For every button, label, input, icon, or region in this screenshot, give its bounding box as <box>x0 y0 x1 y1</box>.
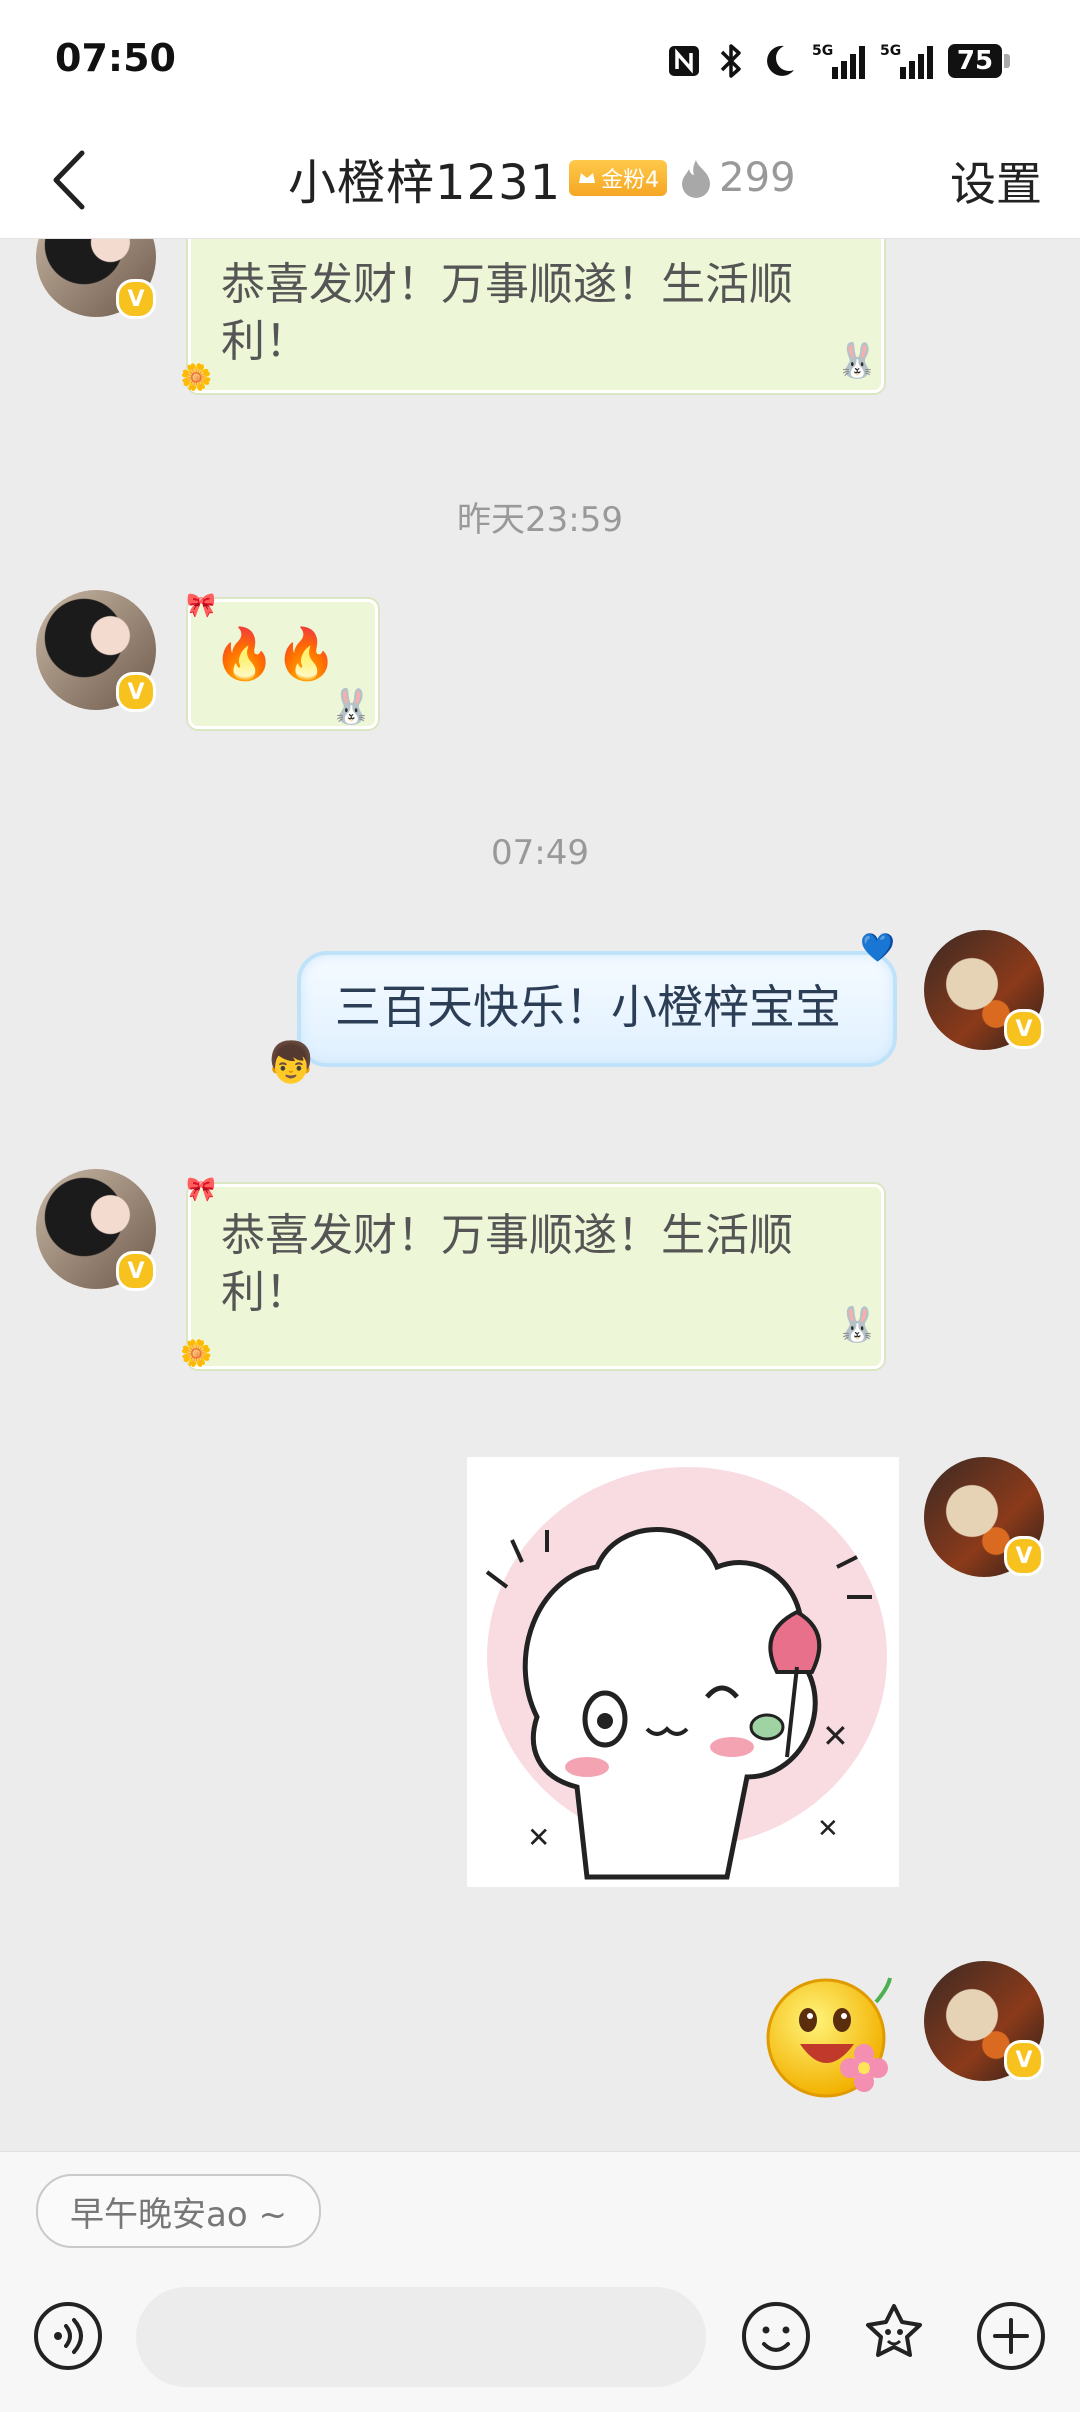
bunny-decoration: 🐰 <box>836 1305 879 1345</box>
bow-decoration: 🎀 <box>186 591 216 619</box>
flame-count: 299 <box>719 155 796 201</box>
bluetooth-icon <box>716 41 746 81</box>
cartoon-boy-decoration: 👦 <box>266 1040 316 1086</box>
timestamp: 昨天23:59 <box>457 500 623 540</box>
svg-text:✕: ✕ <box>822 1717 849 1755</box>
signal-5g-icon: 5G <box>880 41 934 81</box>
status-icons: 5G 5G 75 <box>666 38 1010 84</box>
battery-indicator: 75 <box>948 44 1010 78</box>
smiley-flower-emoji[interactable] <box>764 1972 894 2102</box>
voice-input-button[interactable] <box>32 2300 104 2372</box>
fan-badge-label: 金粉4 <box>601 168 660 193</box>
more-options-button[interactable] <box>975 2300 1047 2372</box>
plus-circle-icon <box>977 2302 1045 2370</box>
message-bubble[interactable]: 三百天快乐！小橙梓宝宝 <box>297 951 897 1067</box>
verified-badge: V <box>1004 1536 1044 1576</box>
nfc-icon <box>666 43 702 79</box>
smiley-icon <box>742 2302 810 2370</box>
crown-icon <box>579 173 596 183</box>
message-text: 恭喜发财！万事顺遂！生活顺利！ <box>221 1210 793 1318</box>
chat-header: 小橙梓1231 金粉4 299 设置 <box>0 118 1080 239</box>
quick-reply-chip[interactable]: 早午晚安ao ~ <box>36 2174 321 2248</box>
contact-name: 小橙梓1231 <box>288 155 562 211</box>
svg-text:✕: ✕ <box>817 1814 839 1844</box>
back-button[interactable] <box>28 140 108 220</box>
chat-title[interactable]: 小橙梓1231 金粉4 299 <box>288 118 796 238</box>
svg-text:✕: ✕ <box>527 1821 550 1854</box>
dnd-moon-icon <box>760 42 798 80</box>
svg-text:5G: 5G <box>880 43 901 59</box>
message-text: 三百天快乐！小橙梓宝宝 <box>335 980 841 1034</box>
verified-badge: V <box>116 672 156 712</box>
bunny-decoration: 🐰 <box>330 687 373 727</box>
smiley-emoji-graphic <box>766 1977 892 2098</box>
status-bar: 07:50 5G 5G 75 <box>0 0 1080 118</box>
flame-icon <box>682 160 711 198</box>
voice-icon <box>34 2302 102 2370</box>
settings-button[interactable]: 设置 <box>950 148 1042 214</box>
verified-badge: V <box>1004 2040 1044 2080</box>
verified-badge: V <box>1004 1009 1044 1049</box>
message-input[interactable] <box>136 2287 706 2387</box>
verified-badge: V <box>116 279 156 319</box>
star-face-icon <box>866 2304 922 2357</box>
sticker-button[interactable] <box>858 2300 930 2372</box>
emoji-button[interactable] <box>740 2300 812 2372</box>
message-text: 🔥🔥 <box>213 625 338 683</box>
signal-5g-icon: 5G <box>812 41 866 81</box>
heart-decoration: 💙 <box>860 931 895 964</box>
chat-screen: 07:50 5G 5G 75 小橙梓1231 金粉4 299 设置 V 恭喜发财… <box>0 0 1080 2412</box>
sticker-illustration: ✕ ✕ ✕ <box>485 1467 887 1880</box>
flower-decoration: 🌼 <box>180 363 213 393</box>
bunny-flower-sticker[interactable]: ✕ ✕ ✕ <box>467 1457 899 1887</box>
verified-badge: V <box>116 1251 156 1291</box>
message-bubble[interactable]: 恭喜发财！万事顺遂！生活顺利！ <box>188 239 884 393</box>
bow-decoration: 🎀 <box>186 1175 216 1203</box>
bunny-decoration: 🐰 <box>836 341 879 381</box>
message-bubble[interactable]: 恭喜发财！万事顺遂！生活顺利！ <box>188 1184 884 1369</box>
streak-flame-badge: 299 <box>679 155 796 201</box>
svg-text:5G: 5G <box>812 43 833 59</box>
timestamp: 07:49 <box>491 833 589 873</box>
message-list[interactable]: V 恭喜发财！万事顺遂！生活顺利！ 🐰 🌼 昨天23:59 V 🔥🔥 🎀 🐰 0… <box>0 239 1080 2151</box>
battery-level: 75 <box>948 44 1002 78</box>
fan-level-badge: 金粉4 <box>569 160 668 196</box>
flower-decoration: 🌼 <box>180 1339 213 1369</box>
status-time: 07:50 <box>55 36 176 80</box>
composer-bar: 早午晚安ao ~ <box>0 2151 1080 2412</box>
message-text: 恭喜发财！万事顺遂！生活顺利！ <box>221 259 793 367</box>
chevron-left-icon <box>53 150 85 210</box>
